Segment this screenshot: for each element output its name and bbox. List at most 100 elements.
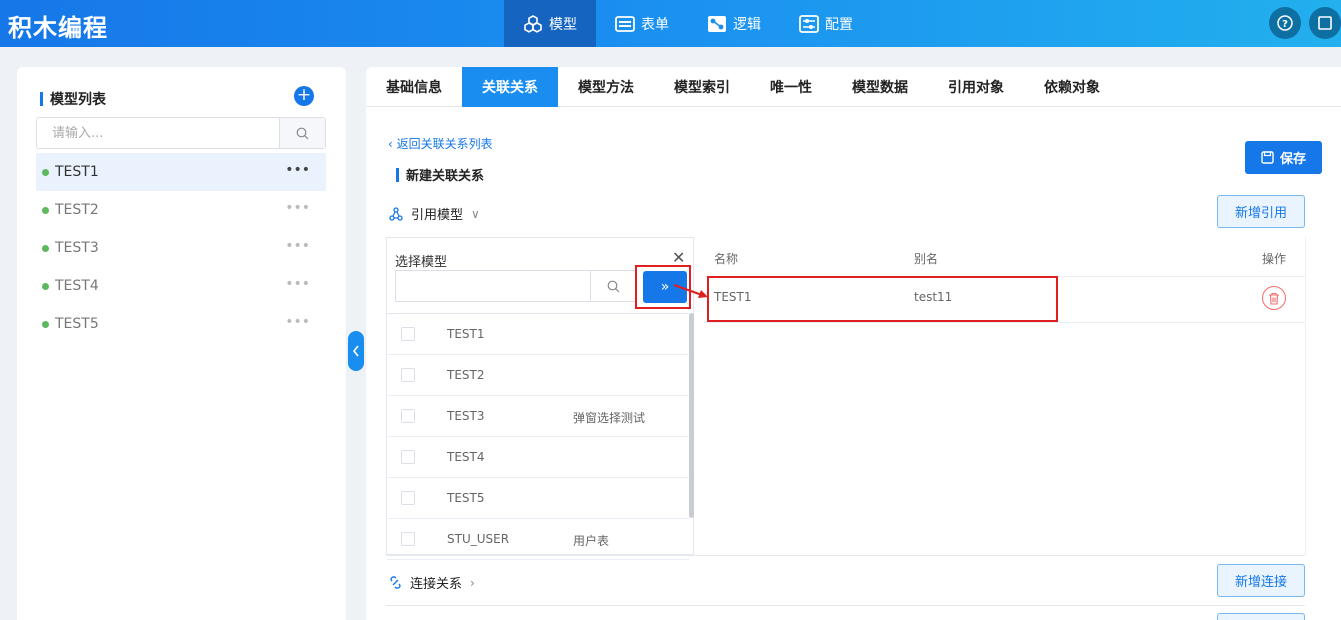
select-model-row[interactable]: TEST3 弹窗选择测试	[387, 396, 689, 437]
model-list-title: 模型列表	[40, 89, 106, 109]
tab-model-methods[interactable]: 模型方法	[558, 67, 654, 107]
row-checkbox[interactable]	[401, 532, 415, 546]
row-model-name: TEST4	[447, 450, 485, 464]
back-link-label: 返回关联关系列表	[396, 137, 493, 151]
more-icon[interactable]: •••	[285, 314, 310, 330]
ref-model-group-toggle[interactable]: 引用模型 ∨	[389, 204, 480, 223]
model-item-label: TEST3	[55, 240, 99, 256]
chevron-right-icon: ›	[470, 575, 475, 590]
model-list-item[interactable]: TEST1 •••	[36, 153, 326, 191]
select-model-popup: 选择模型 ✕ » TEST1 TEST2 TEST3 弹窗选择测试 TEST4 …	[386, 237, 694, 560]
cubes-icon	[523, 14, 543, 33]
status-dot	[42, 244, 49, 252]
tab-model-index[interactable]: 模型索引	[654, 67, 750, 107]
nav-item-form[interactable]: 表单	[596, 0, 688, 47]
tab-model-data[interactable]: 模型数据	[832, 67, 928, 107]
partial-button[interactable]	[1217, 613, 1305, 620]
tab-uniqueness[interactable]: 唯一性	[750, 67, 832, 107]
model-item-label: TEST5	[55, 316, 99, 332]
top-right-actions: ?	[1269, 7, 1341, 39]
row-model-alias: 用户表	[573, 534, 610, 548]
status-dot	[42, 206, 49, 214]
model-list-title-text: 模型列表	[50, 92, 106, 108]
model-list-item[interactable]: TEST4 •••	[36, 267, 326, 305]
add-model-button[interactable]: +	[294, 86, 314, 106]
title-accent-bar	[396, 167, 399, 182]
more-icon[interactable]: •••	[285, 238, 310, 254]
row-checkbox[interactable]	[401, 409, 415, 423]
select-model-search-box	[395, 270, 637, 302]
fullscreen-button[interactable]	[1309, 7, 1341, 39]
list-scrollbar[interactable]	[689, 313, 694, 518]
col-action-header: 操作	[1262, 252, 1287, 266]
plus-icon: +	[296, 85, 312, 105]
ref-panel-divider	[1305, 237, 1306, 555]
tab-referenced-objects[interactable]: 引用对象	[928, 67, 1024, 107]
more-icon[interactable]: •••	[285, 276, 310, 292]
svg-text:?: ?	[1282, 19, 1288, 30]
conn-section-divider	[386, 605, 1305, 606]
row-checkbox[interactable]	[401, 327, 415, 341]
nav-item-model[interactable]: 模型	[504, 0, 596, 47]
row-model-name: TEST3	[447, 409, 485, 423]
tab-relations[interactable]: 关联关系	[462, 67, 558, 107]
nav-item-logic[interactable]: 逻辑	[688, 0, 780, 47]
model-item-label: TEST4	[55, 278, 99, 294]
row-checkbox[interactable]	[401, 450, 415, 464]
save-icon	[1261, 151, 1274, 164]
save-button[interactable]: 保存	[1245, 141, 1322, 174]
nav-item-label: 逻辑	[733, 16, 761, 33]
model-search-box	[36, 117, 326, 149]
nav-item-label: 模型	[549, 16, 577, 33]
top-bar: 积木编程 模型 表单 逻辑 配置 ?	[0, 0, 1341, 47]
collapse-sidebar-button[interactable]	[348, 331, 364, 371]
nav-item-config[interactable]: 配置	[780, 0, 872, 47]
more-icon[interactable]: •••	[285, 162, 310, 178]
model-list-item[interactable]: TEST3 •••	[36, 229, 326, 267]
model-search-input[interactable]	[37, 118, 279, 148]
status-dot	[42, 168, 49, 176]
delete-button[interactable]	[1262, 286, 1286, 310]
square-icon	[1318, 16, 1332, 30]
save-label: 保存	[1279, 152, 1306, 167]
add-reference-button[interactable]: 新增引用	[1217, 195, 1305, 228]
help-icon: ?	[1277, 15, 1293, 31]
add-connection-button[interactable]: 新增连接	[1217, 564, 1305, 597]
section-title: 新建关联关系	[396, 165, 484, 184]
model-search-button[interactable]	[279, 118, 325, 148]
connection-group-toggle[interactable]: 连接关系 ›	[389, 573, 475, 592]
back-to-relations-link[interactable]: ‹ 返回关联关系列表	[388, 135, 493, 152]
select-model-row[interactable]: TEST1	[387, 314, 689, 355]
col-alias-header: 别名	[914, 252, 939, 266]
model-list-item[interactable]: TEST2 •••	[36, 191, 326, 229]
row-model-name: TEST2	[447, 368, 485, 382]
double-chevron-right-icon: »	[660, 279, 670, 295]
status-dot	[42, 320, 49, 328]
row-model-name: TEST1	[447, 327, 485, 341]
chevron-left-icon	[352, 345, 359, 357]
select-model-row[interactable]: TEST4	[387, 437, 689, 478]
select-model-search-button[interactable]	[590, 271, 636, 301]
row-checkbox[interactable]	[401, 368, 415, 382]
nav-item-label: 配置	[825, 16, 853, 33]
status-dot	[42, 282, 49, 290]
select-model-row[interactable]: TEST2	[387, 355, 689, 396]
select-model-title: 选择模型	[395, 255, 448, 270]
ref-table-header: 名称 别名 操作	[704, 237, 1305, 277]
select-model-row[interactable]: STU_USER 用户表	[387, 519, 689, 560]
search-icon	[296, 127, 309, 139]
search-icon	[607, 280, 620, 292]
reference-icon	[389, 206, 403, 221]
select-model-row[interactable]: TEST5	[387, 478, 689, 519]
tab-basic-info[interactable]: 基础信息	[366, 67, 462, 107]
model-list-item[interactable]: TEST5 •••	[36, 305, 326, 343]
row-model-name: STU_USER	[447, 532, 510, 546]
top-nav: 模型 表单 逻辑 配置	[504, 0, 872, 47]
select-model-search-input[interactable]	[396, 271, 590, 301]
nav-item-label: 表单	[641, 16, 669, 33]
more-icon[interactable]: •••	[285, 200, 310, 216]
tab-dependent-objects[interactable]: 依赖对象	[1024, 67, 1120, 107]
model-detail-panel: 基础信息 关联关系 模型方法 模型索引 唯一性 模型数据 引用对象 依赖对象 ‹…	[366, 67, 1341, 620]
row-checkbox[interactable]	[401, 491, 415, 505]
help-button[interactable]: ?	[1269, 7, 1301, 39]
